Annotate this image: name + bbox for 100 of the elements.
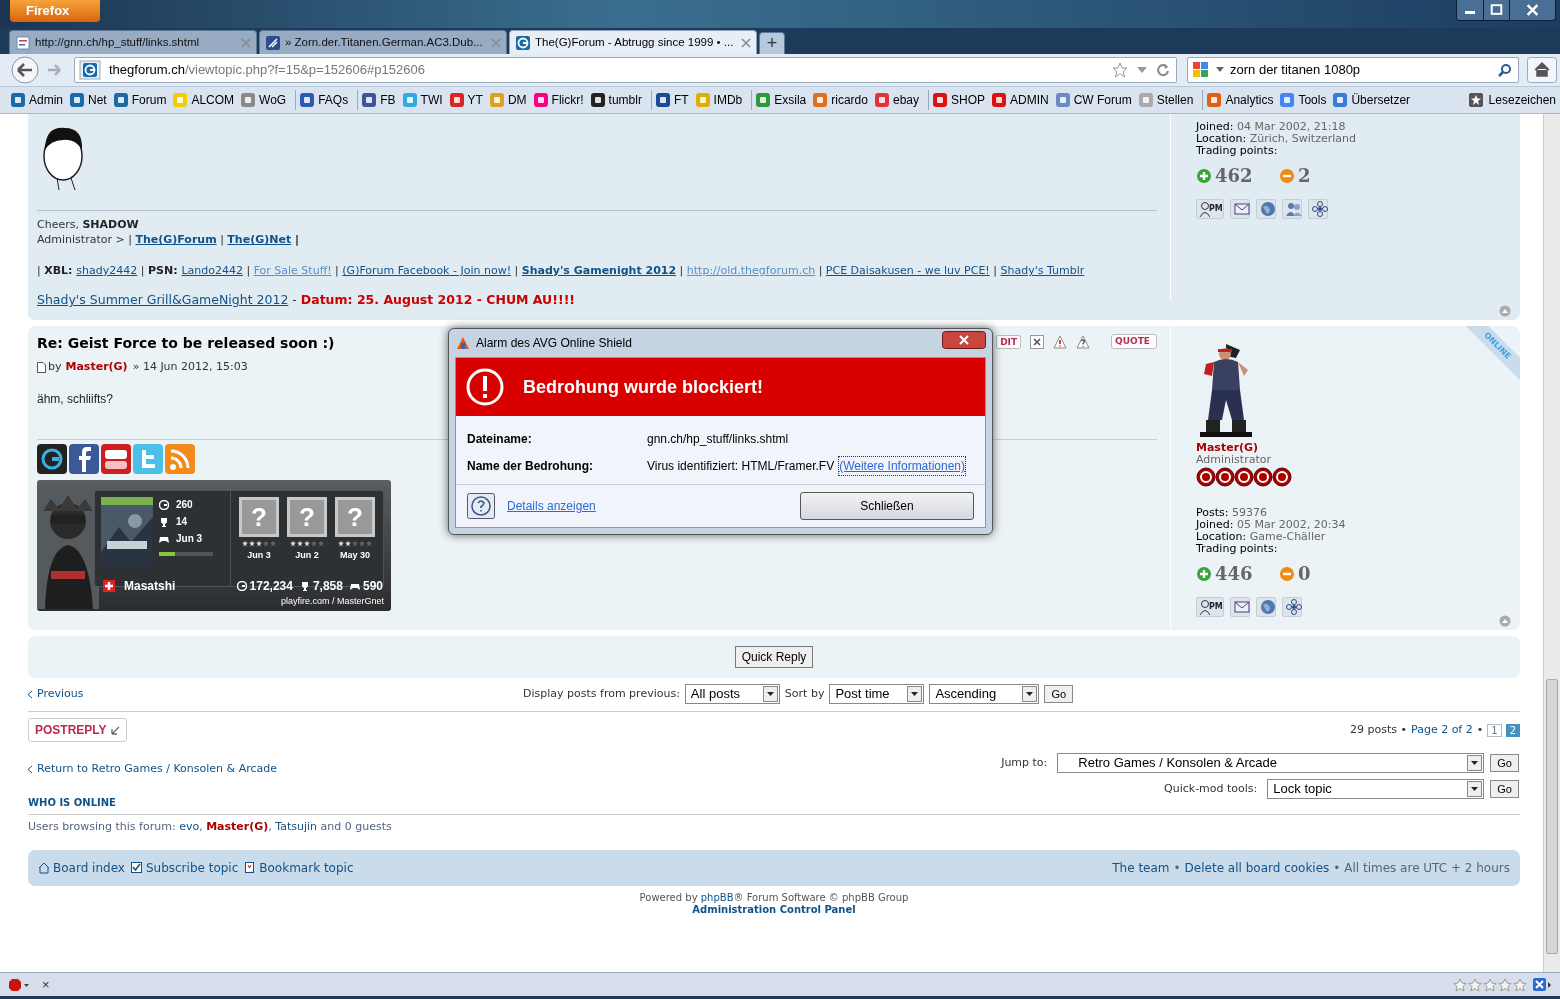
bookmark-link[interactable]: ricardo	[812, 91, 868, 109]
more-info-link[interactable]: (Weitere Informationen)	[838, 456, 966, 476]
bookmark-link[interactable]: ALCOM	[172, 91, 235, 109]
pm-button[interactable]: PM	[1196, 199, 1224, 219]
bookmark-link[interactable]: CW Forum	[1054, 91, 1132, 109]
footer-link[interactable]: Board index	[53, 859, 125, 877]
return-link[interactable]: Return to Retro Games / Konsolen & Arcade	[37, 761, 277, 778]
signature-link[interactable]: Shady's Tumblr	[1000, 264, 1085, 277]
phpbb-link[interactable]: phpBB	[700, 892, 734, 903]
profile-label: Location:	[1196, 132, 1248, 145]
bookmark-link[interactable]: WoG	[240, 91, 287, 109]
signature-link[interactable]: The(G)Net	[227, 233, 292, 246]
separator-dot: •	[1476, 721, 1484, 738]
browser-tab[interactable]: » Zorn.der.Titanen.German.AC3.Dub...	[259, 30, 507, 54]
go-button[interactable]: Go	[1490, 754, 1519, 772]
post-body: ähm, schliifts?	[37, 390, 115, 408]
profile-label: Location:	[1196, 530, 1248, 543]
author-link[interactable]: Master(G)	[65, 359, 128, 376]
bookmark-link[interactable]: Admin	[10, 91, 63, 109]
signature-label: |	[294, 233, 299, 246]
bookmark-link[interactable]: Net	[69, 91, 107, 109]
bookmark-link[interactable]: tumblr	[589, 91, 642, 109]
browser-tab[interactable]: The(G)Forum - Abtrugg since 1999 • ...	[509, 30, 757, 54]
bookmark-link[interactable]: FB	[361, 91, 396, 109]
gamer-card-link[interactable]: playfire.com / MasterGnet	[280, 595, 384, 609]
post-count: 29 posts •	[1350, 721, 1407, 738]
powered-text: ® Forum Software © phpBB Group	[733, 892, 909, 903]
footer-link[interactable]: Bookmark topic	[259, 859, 354, 877]
signature-text: |	[334, 264, 340, 277]
quick-mod-select[interactable]: Lock topic	[1267, 779, 1485, 799]
post-reply-button[interactable]: POSTREPLY	[28, 718, 127, 742]
bookmark-link[interactable]: Exsila	[755, 91, 807, 109]
bookmark-link[interactable]: Tools	[1279, 91, 1327, 109]
order-select[interactable]: Ascending	[929, 684, 1040, 704]
bookmark-link[interactable]: DM	[488, 91, 527, 109]
bookmarks-menu[interactable]: Lesezeichen	[1467, 91, 1556, 109]
footer-link[interactable]: The team	[1112, 859, 1170, 877]
stat-value: 14	[176, 515, 188, 528]
bookmark-link[interactable]: FT	[654, 91, 689, 109]
page-number[interactable]: 1	[1487, 723, 1502, 737]
bookmark-link[interactable]: IMDb	[694, 91, 743, 109]
bookmark-link[interactable]: Flickr!	[532, 91, 584, 109]
go-button[interactable]: Go	[1044, 685, 1074, 703]
browser-tab[interactable]: http://gnn.ch/hp_stuff/links.shtml	[9, 30, 257, 54]
byline-text: by	[48, 359, 62, 375]
signature-label: XBL:	[44, 264, 74, 277]
stat-value: 7,858	[312, 577, 343, 595]
bookmark-link[interactable]: Übersetzer	[1332, 91, 1411, 109]
online-text: and 0 guests	[319, 819, 392, 833]
bookmark-link[interactable]: SHOP	[932, 91, 985, 109]
signature-link[interactable]: (G)Forum Facebook - Join now!	[342, 264, 512, 277]
footer-link[interactable]: Delete all board cookies	[1184, 859, 1330, 877]
stat-value: 260	[176, 498, 193, 511]
search-field[interactable]: zorn der titanen 1080p	[1187, 57, 1519, 83]
signature-label: PSN:	[147, 264, 179, 277]
alert-heading: Bedrohung wurde blockiert!	[523, 375, 763, 399]
signature-link[interactable]: Shady's Summer Grill&GameNight 2012	[37, 292, 289, 307]
signature-text: |	[817, 264, 824, 277]
bookmark-link[interactable]: FAQs	[299, 91, 349, 109]
profile-label: Trading points:	[1196, 543, 1279, 555]
post-date: » 14 Jun 2012, 15:03	[132, 359, 248, 375]
bookmark-link[interactable]: ebay	[873, 91, 919, 109]
details-link[interactable]: Details anzeigen	[507, 497, 596, 515]
user-link[interactable]: Tatsujin	[275, 819, 318, 833]
edit-button[interactable]: DIT	[996, 334, 1022, 349]
signature-text: |	[219, 233, 225, 246]
bookmark-link[interactable]: ADMIN	[991, 91, 1049, 109]
close-button[interactable]: Schließen	[800, 492, 974, 520]
footer-link[interactable]: Subscribe topic	[145, 859, 239, 877]
quick-reply-button[interactable]: Quick Reply	[734, 646, 814, 668]
signature-link[interactable]: The(G)Forum	[135, 233, 217, 246]
new-tab-button[interactable]: +	[759, 32, 785, 54]
trading-plus-count: 462	[1215, 164, 1254, 188]
previous-link[interactable]: Previous	[37, 685, 84, 703]
forum-select[interactable]: Retro Games / Konsolen & Arcade	[1057, 753, 1485, 773]
bookmark-link[interactable]: YT	[448, 91, 483, 109]
sort-select[interactable]: Post time	[829, 684, 925, 704]
trading-minus-count: 2	[1298, 164, 1311, 188]
bookmark-link[interactable]: Analytics	[1206, 91, 1274, 109]
signature-link[interactable]: PCE Daisakusen - we luv PCE!	[825, 264, 990, 277]
quote-button[interactable]: QUOTE	[1111, 334, 1157, 349]
bookmark-link[interactable]: TWI	[401, 91, 443, 109]
bookmark-link[interactable]: Stellen	[1137, 91, 1194, 109]
trading-plus-count: 446	[1215, 562, 1254, 586]
game-date: Jun 2	[295, 548, 319, 562]
signature-link[interactable]: Lando2442	[181, 264, 243, 277]
signature-link[interactable]: Shady's Gamenight 2012	[521, 264, 677, 277]
profile-label: Joined:	[1196, 518, 1235, 531]
bookmark-link[interactable]: Forum	[112, 91, 167, 109]
username-link[interactable]: Master(G)	[1196, 442, 1520, 454]
posts-filter-select[interactable]: All posts	[684, 684, 780, 704]
address-bar[interactable]: thegforum.ch/viewtopic.php?f=15&p=152606#p152606	[74, 57, 1177, 83]
signature-link[interactable]: shady2442	[76, 264, 138, 277]
powered-text: Powered by	[639, 892, 699, 903]
acp-link[interactable]: Administration Control Panel	[692, 904, 856, 916]
profile-value: Game-Chäller	[1249, 530, 1326, 543]
go-button[interactable]: Go	[1490, 780, 1519, 798]
close-bar-button[interactable]: ×	[42, 974, 50, 995]
pm-button[interactable]: PM	[1196, 597, 1224, 617]
signature-text: Datum: 25. August 2012 - CHUM AU!!!!	[300, 292, 576, 307]
